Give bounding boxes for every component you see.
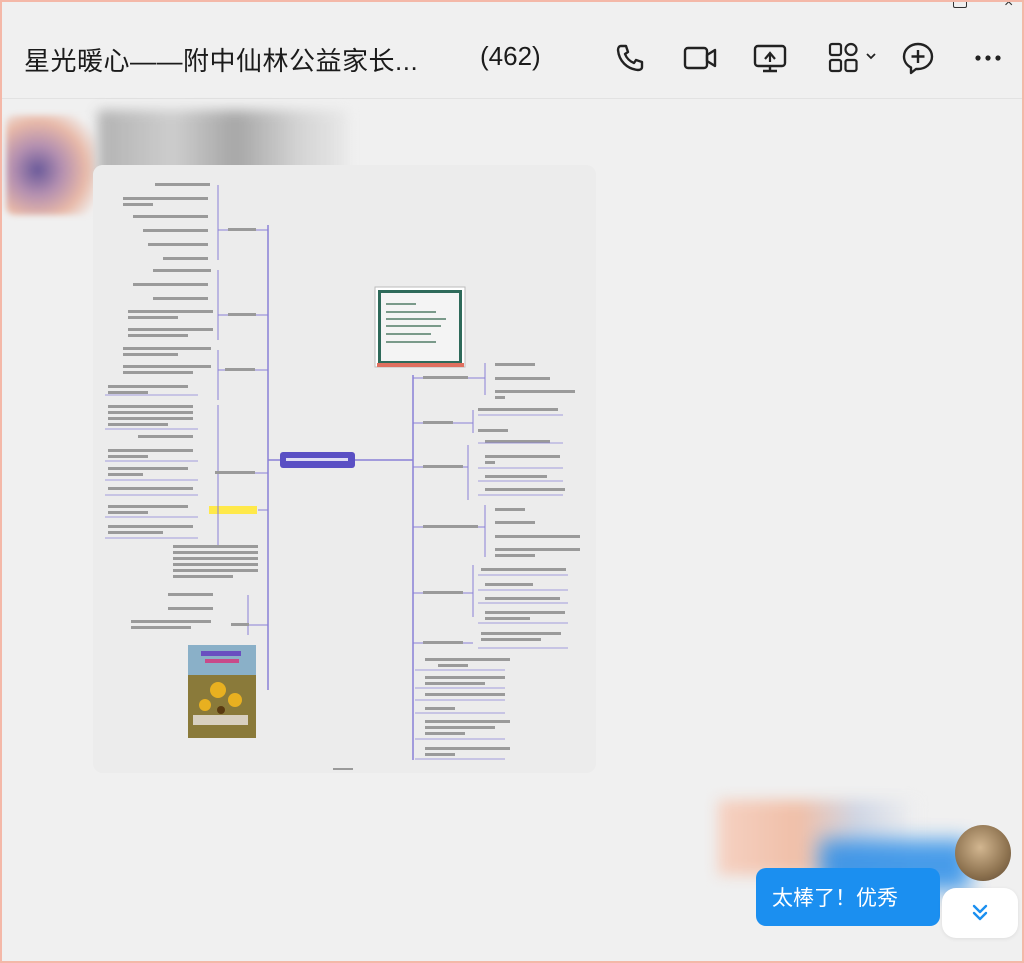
double-chevron-down-icon xyxy=(972,904,988,921)
chat-header: 星光暖心——附中仙林公益家长... (462) xyxy=(0,14,1024,99)
mindmap-image xyxy=(93,165,596,773)
window-controls: × xyxy=(0,0,1024,14)
video-icon[interactable] xyxy=(680,40,720,76)
screen-share-icon[interactable] xyxy=(750,40,790,76)
embedded-screenshot-card xyxy=(374,286,466,368)
mindmap-image-message[interactable] xyxy=(93,165,596,773)
minimize-button[interactable] xyxy=(843,0,853,2)
maximize-button[interactable] xyxy=(953,0,967,8)
apps-icon[interactable] xyxy=(822,40,886,76)
reply-message-bubble[interactable]: 太棒了！优秀 xyxy=(756,868,940,926)
close-icon[interactable]: × xyxy=(1004,0,1013,12)
member-count: (462) xyxy=(480,41,541,71)
more-icon[interactable] xyxy=(968,40,1008,76)
chat-title[interactable]: 星光暖心——附中仙林公益家长... xyxy=(24,41,418,78)
mindmap-highlight-node xyxy=(209,506,257,514)
add-member-icon[interactable] xyxy=(898,40,938,76)
sender-avatar[interactable] xyxy=(6,115,96,215)
reply-message-text: 太棒了！优秀 xyxy=(772,887,898,910)
phone-icon[interactable] xyxy=(610,40,650,76)
book-cover-thumbnail xyxy=(188,645,256,738)
scroll-to-bottom-button[interactable] xyxy=(942,888,1018,938)
my-avatar[interactable] xyxy=(955,825,1011,881)
